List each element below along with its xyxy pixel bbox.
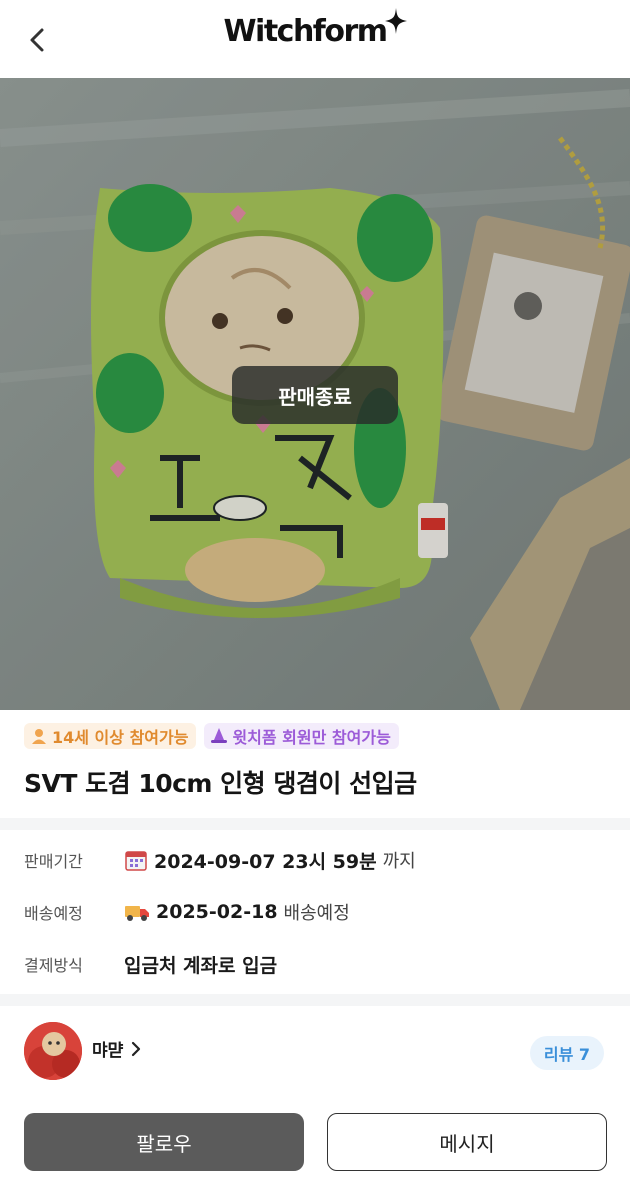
seller-section: 먀먇 리뷰 7: [24, 1022, 606, 1082]
sale-period-value: 2024-09-07 23시 59분 까지: [124, 847, 416, 874]
payment-method-value: 입금처 계좌로 입금: [124, 954, 278, 977]
sale-period-suffix: 까지: [382, 851, 416, 872]
delivery-label: 배송예정: [24, 904, 83, 923]
members-only-label: 윗치폼 회원만 참여가능: [232, 728, 391, 747]
delivery-value: 2025-02-18 배송예정: [124, 899, 350, 925]
members-only-tag: 윗치폼 회원만 참여가능: [204, 723, 399, 749]
delivery-date: 2025-02-18: [156, 901, 278, 923]
seller-avatar-image: [24, 1022, 82, 1080]
section-divider: [0, 994, 630, 1006]
sale-period-label: 판매기간: [24, 852, 83, 871]
logo-text: Witchform: [223, 14, 388, 49]
product-title: SVT 도겸 10cm 인형 댕겸이 선입금: [24, 769, 417, 798]
delivery-row: 배송예정 2025-02-18 배송예정: [24, 897, 350, 927]
payment-method-label: 결제방식: [24, 956, 83, 975]
sold-out-overlay: 판매종료: [232, 366, 398, 424]
seller-name-link[interactable]: 먀먇: [92, 1036, 141, 1061]
product-image[interactable]: 판매종료: [0, 78, 630, 710]
follow-button[interactable]: 팔로우: [24, 1113, 304, 1171]
person-icon: [32, 729, 46, 744]
top-header: Witchform: [0, 0, 630, 78]
sparkle-icon: [384, 8, 407, 34]
seller-avatar[interactable]: [24, 1022, 82, 1080]
sale-period-row: 판매기간 2024-09-07 23시 59분 까지: [24, 845, 416, 875]
review-count-badge[interactable]: 리뷰 7: [529, 1036, 604, 1070]
delivery-suffix: 배송예정: [283, 903, 350, 924]
seller-name: 먀먇: [92, 1041, 124, 1061]
tag-list: 14세 이상 참여가능 윗치폼 회원만 참여가능: [24, 723, 399, 749]
age-restriction-tag: 14세 이상 참여가능: [24, 723, 197, 749]
calendar-icon: [125, 851, 147, 871]
age-restriction-label: 14세 이상 참여가능: [52, 728, 189, 747]
section-divider: [0, 818, 630, 830]
message-button[interactable]: 메시지: [327, 1113, 607, 1171]
payment-method-row: 결제방식 입금처 계좌로 입금: [24, 949, 277, 979]
witch-hat-icon: [211, 728, 228, 743]
truck-icon: [125, 906, 149, 921]
chevron-right-icon: [132, 1041, 141, 1056]
sale-period-date: 2024-09-07 23시 59분: [154, 850, 377, 873]
witchform-logo[interactable]: Witchform: [0, 8, 630, 49]
